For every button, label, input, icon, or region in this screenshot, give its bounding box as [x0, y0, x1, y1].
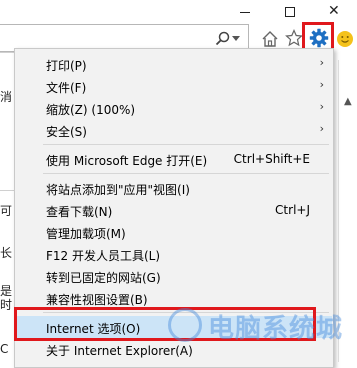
menu-item-pinned-sites[interactable]: 转到已固定的网站(G): [16, 265, 332, 287]
submenu-arrow-icon: ›: [319, 78, 324, 91]
menu-item-label: 管理加载项(M): [46, 227, 126, 241]
menu-item-label: 转到已固定的网站(G): [46, 271, 161, 285]
menu-item-compat-view[interactable]: 兼容性视图设置(B): [16, 287, 332, 309]
watermark-logo-icon: [168, 308, 202, 342]
menu-item-view-downloads[interactable]: 查看下载(N) Ctrl+J: [16, 199, 332, 221]
address-dropdown-icon[interactable]: [232, 36, 240, 42]
menu-item-label: 兼容性视图设置(B): [46, 293, 148, 307]
menu-item-label: F12 开发人员工具(L): [46, 249, 161, 263]
menu-item-file[interactable]: 文件(F) ›: [16, 75, 332, 97]
favorites-star-icon[interactable]: [285, 29, 303, 47]
maximize-button[interactable]: [285, 7, 295, 17]
page-text-fragment: C: [0, 342, 9, 356]
menu-item-open-in-edge[interactable]: 使用 Microsoft Edge 打开(E) Ctrl+Shift+E: [16, 148, 332, 170]
menu-separator: [43, 144, 329, 145]
menu-item-dev-tools[interactable]: F12 开发人员工具(L): [16, 243, 332, 265]
submenu-arrow-icon: ›: [319, 56, 324, 69]
menu-item-shortcut: Ctrl+Shift+E: [233, 152, 310, 166]
menu-item-label: 缩放(Z) (100%): [46, 103, 136, 117]
page-text-fragment: 可: [0, 204, 13, 218]
search-icon[interactable]: [215, 31, 231, 47]
menu-item-label: 关于 Internet Explorer(A): [46, 344, 193, 358]
menu-item-label: 将站点添加到"应用"视图(I): [46, 183, 190, 197]
scroll-up-icon[interactable]: ▲: [344, 96, 352, 107]
minimize-button[interactable]: [240, 12, 250, 13]
menu-separator: [43, 173, 329, 174]
menu-item-print[interactable]: 打印(P) ›: [16, 53, 332, 75]
page-text-fragment: 长: [0, 246, 13, 260]
submenu-arrow-icon: ›: [319, 122, 324, 135]
menu-item-shortcut: Ctrl+J: [275, 203, 310, 217]
feedback-smiley-icon[interactable]: [336, 30, 354, 48]
page-text-fragment: 时: [0, 298, 13, 312]
close-button[interactable]: ✕: [328, 3, 342, 19]
submenu-arrow-icon: ›: [319, 100, 324, 113]
home-icon[interactable]: [261, 30, 279, 48]
title-bar: [0, 0, 357, 24]
menu-item-label: 打印(P): [46, 59, 87, 73]
menu-item-label: 使用 Microsoft Edge 打开(E): [46, 154, 208, 168]
menu-item-safety[interactable]: 安全(S) ›: [16, 119, 332, 141]
page-text-fragment: 消: [0, 90, 13, 104]
menu-item-label: 文件(F): [46, 81, 87, 95]
menu-item-label: 查看下载(N): [46, 205, 113, 219]
page-divider: [0, 190, 14, 191]
page-divider: [0, 52, 14, 53]
watermark-text: 电脑系统城: [208, 314, 344, 344]
menu-item-add-to-apps[interactable]: 将站点添加到"应用"视图(I): [16, 177, 332, 199]
menu-item-label: 安全(S): [46, 125, 87, 139]
menu-item-zoom[interactable]: 缩放(Z) (100%) ›: [16, 97, 332, 119]
menu-item-manage-addons[interactable]: 管理加载项(M): [16, 221, 332, 243]
